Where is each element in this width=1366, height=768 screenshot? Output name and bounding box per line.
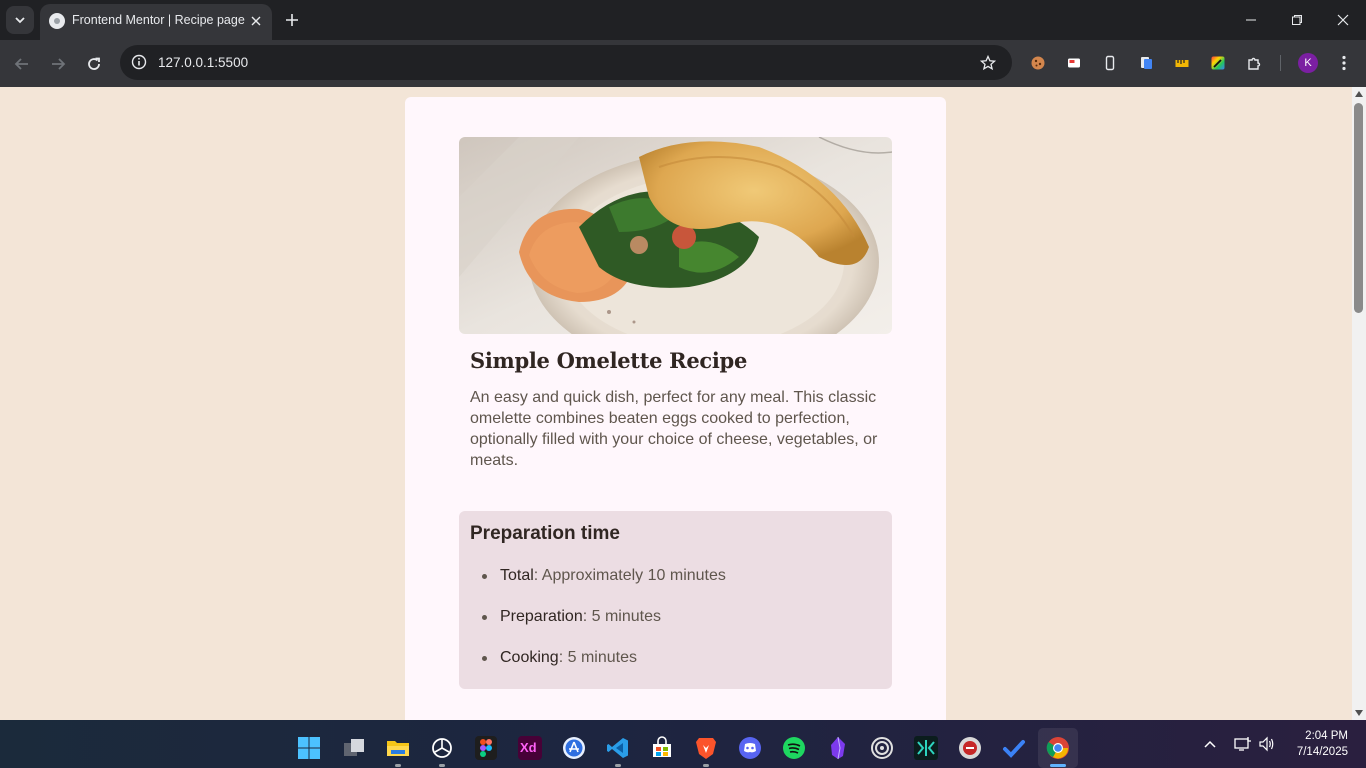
vscode-icon[interactable]: [598, 728, 638, 768]
prep-item-value: : 5 minutes: [558, 649, 637, 666]
page-scrollbar[interactable]: [1352, 87, 1366, 720]
forward-icon[interactable]: [42, 48, 74, 80]
cookie-extension-icon[interactable]: [1028, 53, 1048, 73]
task-view-icon[interactable]: [334, 728, 374, 768]
omelette-image: [459, 137, 892, 334]
recipe-title: Simple Omelette Recipe: [470, 348, 748, 373]
minimize-icon[interactable]: [1228, 0, 1274, 40]
adobe-xd-label: Xd: [520, 740, 537, 755]
todo-icon[interactable]: [994, 728, 1034, 768]
list-item: Cooking: 5 minutes: [470, 649, 726, 690]
profile-avatar[interactable]: K: [1298, 53, 1318, 73]
page-viewport: Simple Omelette Recipe An easy and quick…: [0, 87, 1352, 720]
list-item: Preparation: 5 minutes: [470, 608, 726, 649]
prep-item-value: : 5 minutes: [582, 608, 661, 625]
start-icon[interactable]: [289, 728, 329, 768]
list-item: Total: Approximately 10 minutes: [470, 567, 726, 608]
brave-icon[interactable]: [686, 728, 726, 768]
address-bar[interactable]: 127.0.0.1:5500: [120, 45, 1012, 80]
bookmark-star-icon[interactable]: [976, 51, 1000, 75]
clock-time: 2:04 PM: [1305, 730, 1348, 742]
chatgpt-icon[interactable]: [422, 728, 462, 768]
preparation-time-list: Total: Approximately 10 minutes Preparat…: [470, 567, 726, 690]
browser-tab-bar: Frontend Mentor | Recipe page: [0, 0, 1366, 40]
adobe-xd-icon[interactable]: Xd: [510, 728, 550, 768]
scrollbar-thumb[interactable]: [1354, 103, 1363, 313]
system-clock[interactable]: 2:04 PM 7/14/2025: [1286, 728, 1348, 760]
network-icon[interactable]: [1232, 733, 1254, 755]
app-green-icon[interactable]: [906, 728, 946, 768]
site-info-icon[interactable]: [130, 53, 148, 71]
preparation-time-section: Preparation time Total: Approximately 10…: [459, 511, 892, 689]
prep-item-label: Preparation: [500, 608, 583, 625]
app-store-icon[interactable]: [554, 728, 594, 768]
tab-title: Frontend Mentor | Recipe page: [72, 13, 245, 27]
reload-icon[interactable]: [78, 48, 110, 80]
url-text[interactable]: 127.0.0.1:5500: [158, 55, 248, 70]
toolbar-divider: [1280, 55, 1281, 71]
app-circle-icon[interactable]: [862, 728, 902, 768]
restore-icon[interactable]: [1274, 0, 1320, 40]
chrome-icon[interactable]: [1038, 728, 1078, 768]
file-explorer-icon[interactable]: [378, 728, 418, 768]
more-menu-icon[interactable]: [1334, 51, 1354, 75]
app-badge-icon[interactable]: [950, 728, 990, 768]
browser-toolbar: 127.0.0.1:5500: [0, 40, 1366, 87]
preparation-time-heading: Preparation time: [470, 523, 620, 544]
screenshot-extension-icon[interactable]: [1064, 53, 1084, 73]
prep-item-label: Total: [500, 567, 534, 584]
scroll-up-arrow-icon[interactable]: [1355, 91, 1363, 97]
clock-date: 7/14/2025: [1296, 746, 1348, 758]
windows-taskbar: Xd: [0, 720, 1366, 768]
prep-item-value: : Approximately 10 minutes: [533, 567, 726, 584]
docs-extension-icon[interactable]: [1136, 53, 1156, 73]
discord-icon[interactable]: [730, 728, 770, 768]
obsidian-icon[interactable]: [818, 728, 858, 768]
color-picker-extension-icon[interactable]: [1208, 53, 1228, 73]
recipe-description: An easy and quick dish, perfect for any …: [470, 389, 878, 469]
show-hidden-icons-chevron-icon[interactable]: [1200, 733, 1220, 755]
new-tab-icon[interactable]: [280, 8, 304, 32]
figma-icon[interactable]: [466, 728, 506, 768]
browser-tab[interactable]: Frontend Mentor | Recipe page: [40, 4, 272, 40]
scroll-down-arrow-icon[interactable]: [1355, 710, 1363, 716]
spotify-icon[interactable]: [774, 728, 814, 768]
mobile-view-extension-icon[interactable]: [1100, 53, 1120, 73]
recipe-card: Simple Omelette Recipe An easy and quick…: [405, 97, 946, 720]
prep-item-label: Cooking: [500, 649, 559, 666]
chevron-down-icon: [15, 17, 25, 24]
favicon-icon: [49, 13, 65, 29]
close-tab-icon[interactable]: [246, 11, 266, 31]
puzzle-extensions-icon[interactable]: [1244, 53, 1264, 73]
volume-icon[interactable]: [1256, 733, 1278, 755]
ruler-extension-icon[interactable]: [1172, 53, 1192, 73]
close-window-icon[interactable]: [1320, 0, 1366, 40]
back-icon[interactable]: [6, 48, 38, 80]
tab-search-button[interactable]: [6, 6, 34, 34]
microsoft-store-icon[interactable]: [642, 728, 682, 768]
